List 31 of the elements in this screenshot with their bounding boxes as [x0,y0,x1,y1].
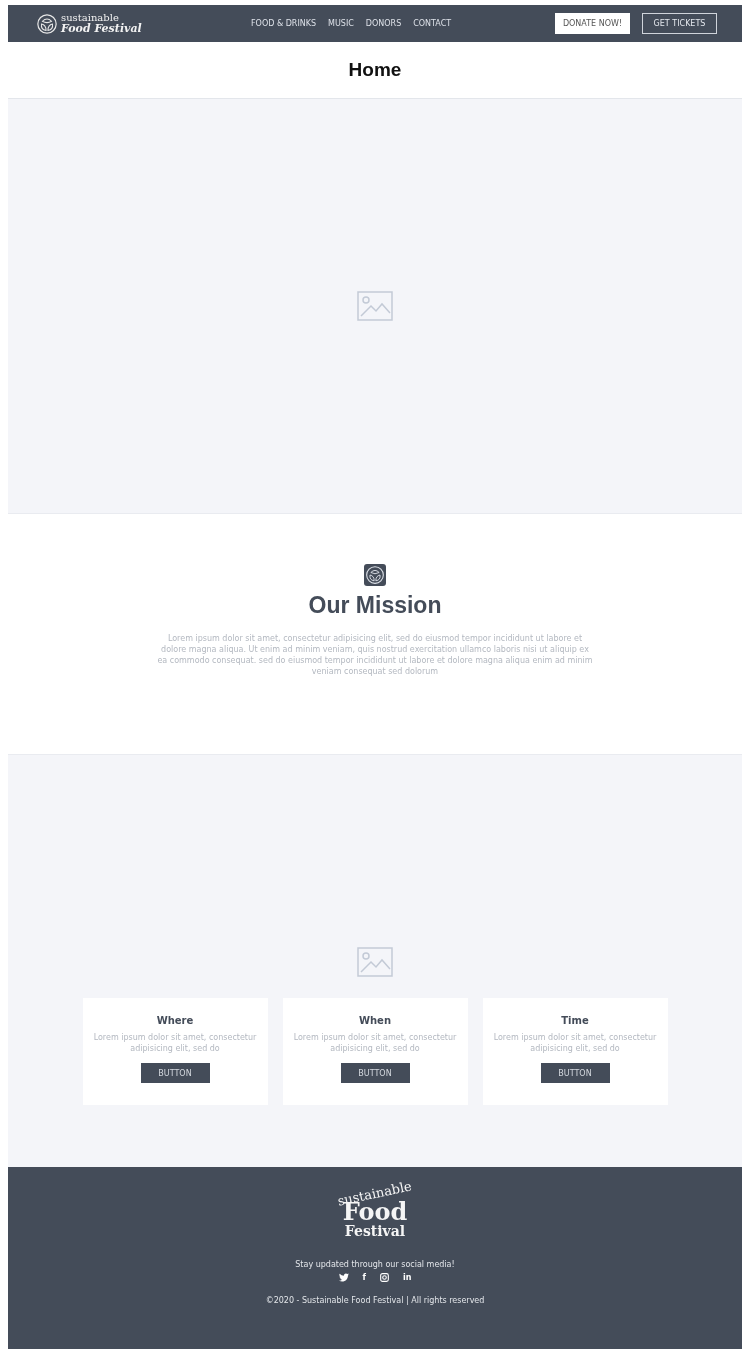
card-text: Lorem ipsum dolor sit amet, consectetur adipisicing elit, sed do [92,1032,258,1054]
page-title: Home [348,59,402,81]
tickets-button[interactable]: GET TICKETS [642,13,717,34]
card-text: Lorem ipsum dolor sit amet, consectetur adipisicing elit, sed do [292,1032,458,1054]
image-icon [357,947,393,977]
leaf-globe-icon [36,12,58,35]
logo-text: Festival [344,1224,406,1238]
copyright-text: ©2020 - Sustainable Food Festival | All rights reserved [265,1296,485,1305]
nav-link[interactable]: DONORS [365,19,402,28]
facebook-link[interactable]: f [362,1273,366,1282]
card-title: When [358,1015,392,1026]
logo-text: Food Festival [61,23,142,34]
linkedin-link[interactable]: in [403,1273,412,1282]
card-button[interactable]: BUTTON [340,1063,410,1083]
image-icon [357,291,393,321]
social-text: Stay updated through our social media! [295,1260,455,1269]
mission-title: Our Mission [308,592,442,619]
nav-link[interactable]: FOOD & DRINKS [251,19,317,28]
donate-button[interactable]: DONATE NOW! [555,13,630,34]
instagram-icon[interactable] [380,1273,389,1282]
twitter-icon[interactable] [338,1273,349,1282]
nav-link[interactable]: CONTACT [413,19,452,28]
logo-text: sustainable [61,13,120,23]
mission-text: Lorem ipsum dolor sit amet, consectetur adipisicing elit, sed do eiusmod tempor incididunt ut labore et dolore magna aliqua. Ut enim ad minim veniam, quis nostrud exercitation ullamco laboris nisi ut aliquip ex ea commodo consequat. sed do eiusmod tempor incididunt ut labore et dolore magna aliqua enim ad minim veniam consequat sed dolorum [156,633,594,677]
mission-icon [364,564,386,586]
card-button[interactable]: BUTTON [140,1063,210,1083]
card-button[interactable]: BUTTON [540,1063,610,1083]
card-text: Lorem ipsum dolor sit amet, consectetur adipisicing elit, sed do [492,1032,658,1054]
card-title: Time [561,1015,589,1026]
card-title: Where [156,1015,194,1026]
nav-link[interactable]: MUSIC [328,19,354,28]
